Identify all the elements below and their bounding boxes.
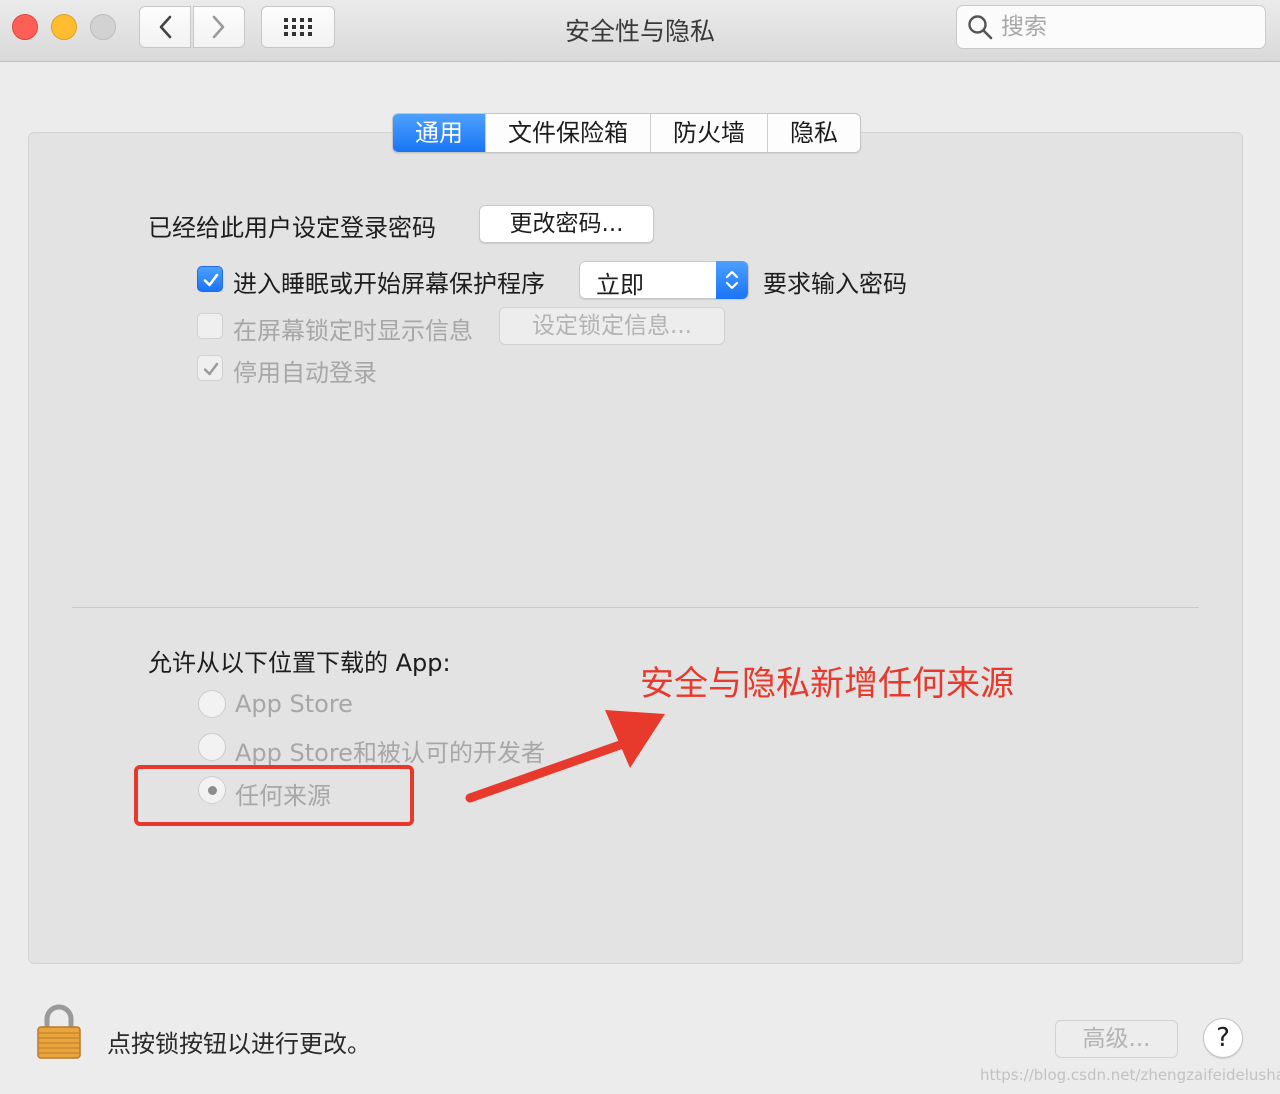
disable-auto-login-label: 停用自动登录 (233, 359, 377, 387)
radio-app-store-label: App Store (235, 690, 353, 718)
section-divider (72, 607, 1199, 608)
lock-message-label: 在屏幕锁定时显示信息 (233, 317, 473, 345)
search-input[interactable] (1001, 14, 1251, 40)
search-icon (968, 15, 993, 40)
tab-firewall[interactable]: 防火墙 (651, 114, 768, 152)
radio-app-store[interactable] (198, 690, 226, 718)
annotation-text: 安全与隐私新增任何来源 (640, 664, 1014, 704)
disable-auto-login-checkbox[interactable] (197, 355, 223, 381)
advanced-button[interactable]: 高级... (1055, 1020, 1178, 1058)
lock-icon[interactable] (36, 1004, 82, 1060)
search-field[interactable] (956, 5, 1266, 49)
watermark: https://blog.csdn.net/zhengzaifeidelusha… (980, 1066, 1280, 1084)
tab-filevault[interactable]: 文件保险箱 (486, 114, 651, 152)
checkmark-icon (203, 273, 219, 287)
lock-instruction-text: 点按锁按钮以进行更改。 (107, 1030, 371, 1058)
title-bar: 安全性与隐私 (0, 0, 1280, 62)
help-button[interactable]: ? (1203, 1018, 1243, 1058)
password-delay-value: 立即 (596, 271, 644, 299)
password-delay-select[interactable]: 立即 (579, 261, 749, 299)
annotation-arrow-icon (465, 710, 665, 803)
checkmark-icon (203, 362, 219, 376)
set-lock-message-button[interactable]: 设定锁定信息... (499, 307, 725, 345)
downloads-heading: 允许从以下位置下载的 App: (148, 649, 451, 677)
settings-panel (28, 132, 1243, 964)
tab-bar: 通用 文件保险箱 防火墙 隐私 (392, 113, 861, 153)
password-status-label: 已经给此用户设定登录密码 (148, 214, 436, 242)
annotation-highlight-box (134, 765, 414, 826)
tab-privacy[interactable]: 隐私 (768, 114, 860, 152)
radio-identified-developers[interactable] (198, 733, 226, 761)
stepper-arrows-icon (716, 261, 748, 299)
require-password-checkbox[interactable] (197, 266, 223, 292)
change-password-button[interactable]: 更改密码... (479, 205, 654, 243)
require-password-suffix: 要求输入密码 (763, 270, 907, 298)
require-password-label: 进入睡眠或开始屏幕保护程序 (233, 270, 545, 298)
tab-general[interactable]: 通用 (393, 114, 486, 152)
lock-message-checkbox[interactable] (197, 313, 223, 339)
